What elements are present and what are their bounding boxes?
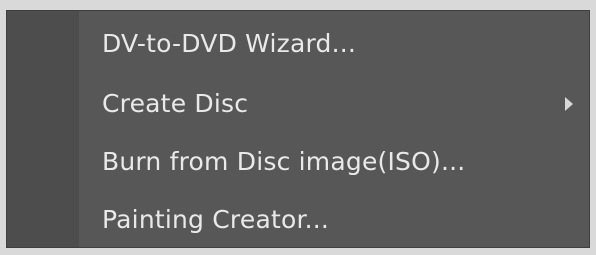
menu-item-label: Burn from Disc image(ISO)... [102,147,466,176]
menu-item-label: Create Disc [102,89,249,118]
menu-item-create-disc[interactable]: Create Disc [7,75,589,132]
menu-item-label: DV-to-DVD Wizard... [102,29,357,58]
menu-item-painting-creator[interactable]: Painting Creator... [7,191,589,248]
chevron-right-icon [565,96,573,111]
context-menu: DV-to-DVD Wizard... Create Disc Burn fro… [6,10,590,248]
menu-item-burn-from-disc-image[interactable]: Burn from Disc image(ISO)... [7,133,589,190]
menu-item-dv-to-dvd-wizard[interactable]: DV-to-DVD Wizard... [7,15,589,72]
menu-frame: DV-to-DVD Wizard... Create Disc Burn fro… [0,0,596,255]
menu-item-label: Painting Creator... [102,205,330,234]
